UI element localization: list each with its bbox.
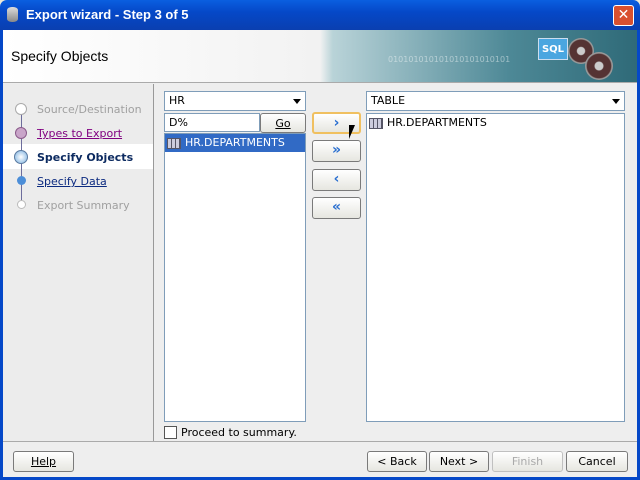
close-button[interactable]: ✕ xyxy=(613,5,634,26)
window-title: Export wizard - Step 3 of 5 xyxy=(26,7,189,22)
chevron-down-icon xyxy=(612,99,620,104)
page-title: Specify Objects xyxy=(11,48,109,64)
step-export-summary: Export Summary xyxy=(37,199,130,212)
step-specify-data[interactable]: Specify Data xyxy=(37,175,107,188)
step-specify-objects: Specify Objects xyxy=(37,151,134,164)
logo-text: SQL xyxy=(541,44,565,55)
object-type-select[interactable]: TABLE xyxy=(366,91,625,111)
list-item[interactable]: HR.DEPARTMENTS xyxy=(165,134,305,152)
chevron-down-icon xyxy=(293,99,301,104)
step-next-icon xyxy=(17,176,26,185)
schema-select[interactable]: HR xyxy=(164,91,306,111)
item-label: HR.DEPARTMENTS xyxy=(387,116,487,129)
help-button[interactable]: Help xyxy=(13,451,74,472)
move-all-button[interactable]: » xyxy=(312,140,361,162)
film-reel-icon xyxy=(585,52,613,80)
step-source-destination: Source/Destination xyxy=(37,103,142,116)
item-label: HR.DEPARTMENTS xyxy=(185,136,285,149)
selected-objects-list[interactable]: HR.DEPARTMENTS xyxy=(366,113,625,422)
proceed-label: Proceed to summary. xyxy=(181,426,297,439)
app-icon xyxy=(7,7,18,22)
title-bar: Export wizard - Step 3 of 5 ✕ xyxy=(0,0,640,30)
mouse-cursor-icon xyxy=(349,125,355,139)
step-disabled-icon xyxy=(17,200,26,209)
cancel-button[interactable]: Cancel xyxy=(566,451,628,472)
go-button[interactable]: Go xyxy=(260,113,306,133)
remove-selected-button[interactable]: ‹ xyxy=(312,169,361,191)
filter-input[interactable]: D% xyxy=(164,113,260,132)
help-label: Help xyxy=(30,455,57,468)
type-value: TABLE xyxy=(371,94,406,107)
remove-all-button[interactable]: « xyxy=(312,197,361,219)
step-done-icon xyxy=(15,103,27,115)
back-button[interactable]: < Back xyxy=(367,451,427,472)
table-icon xyxy=(167,137,181,149)
finish-button: Finish xyxy=(492,451,563,472)
proceed-checkbox[interactable] xyxy=(164,426,177,439)
go-label: Go xyxy=(275,117,291,130)
list-item[interactable]: HR.DEPARTMENTS xyxy=(367,114,624,132)
schema-value: HR xyxy=(169,94,185,107)
next-button[interactable]: Next > xyxy=(429,451,489,472)
sql-logo: SQL xyxy=(538,38,568,60)
step-types-to-export[interactable]: Types to Export xyxy=(37,127,122,140)
banner-text: 010101010101010101010101 xyxy=(388,55,511,64)
step-visited-icon xyxy=(15,127,27,139)
step-current-icon xyxy=(14,150,28,164)
available-objects-list[interactable]: HR.DEPARTMENTS xyxy=(164,133,306,422)
table-icon xyxy=(369,117,383,129)
